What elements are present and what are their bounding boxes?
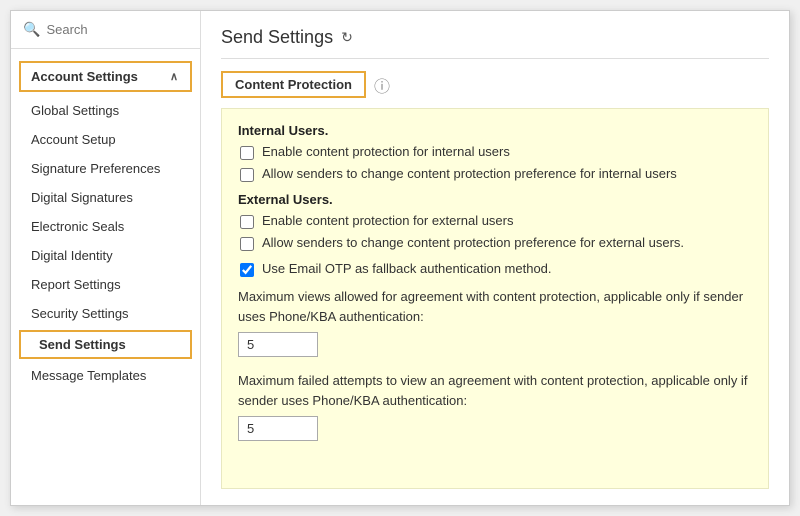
sidebar-item-electronic-seals[interactable]: Electronic Seals	[11, 212, 200, 241]
sidebar: 🔍 Account Settings ∧ Global Settings Acc…	[11, 11, 201, 505]
sidebar-item-send-settings[interactable]: Send Settings	[19, 330, 192, 359]
external-enable-row: Enable content protection for external u…	[238, 213, 752, 229]
internal-enable-label: Enable content protection for internal u…	[262, 144, 510, 159]
external-allow-label: Allow senders to change content protecti…	[262, 235, 684, 250]
account-settings-label: Account Settings	[31, 69, 138, 84]
sidebar-section-account-settings: Account Settings ∧ Global Settings Accou…	[11, 49, 200, 394]
refresh-icon[interactable]: ↻	[341, 29, 353, 46]
help-icon[interactable]: ⓘ	[374, 73, 390, 97]
internal-allow-row: Allow senders to change content protecti…	[238, 166, 752, 182]
chevron-icon: ∧	[170, 70, 178, 83]
external-allow-checkbox[interactable]	[240, 237, 254, 251]
sidebar-item-message-templates[interactable]: Message Templates	[11, 361, 200, 390]
max-views-input[interactable]	[238, 332, 318, 357]
page-title: Send Settings	[221, 27, 333, 48]
internal-enable-row: Enable content protection for internal u…	[238, 144, 752, 160]
internal-enable-checkbox[interactable]	[240, 146, 254, 160]
internal-allow-checkbox[interactable]	[240, 168, 254, 182]
search-icon: 🔍	[23, 21, 40, 38]
max-failed-input[interactable]	[238, 416, 318, 441]
account-settings-header[interactable]: Account Settings ∧	[19, 61, 192, 92]
sidebar-item-report-settings[interactable]: Report Settings	[11, 270, 200, 299]
sidebar-item-account-setup[interactable]: Account Setup	[11, 125, 200, 154]
otp-fallback-label: Use Email OTP as fallback authentication…	[262, 261, 552, 276]
external-allow-row: Allow senders to change content protecti…	[238, 235, 752, 251]
external-users-label: External Users.	[238, 192, 752, 207]
sidebar-nav-list: Global Settings Account Setup Signature …	[11, 96, 200, 390]
main-content: Send Settings ↻ Content Protection ⓘ Int…	[201, 11, 789, 505]
search-bar[interactable]: 🔍	[11, 11, 200, 49]
sidebar-item-global-settings[interactable]: Global Settings	[11, 96, 200, 125]
internal-users-label: Internal Users.	[238, 123, 752, 138]
section-tab-row: Content Protection ⓘ	[221, 71, 769, 98]
internal-allow-label: Allow senders to change content protecti…	[262, 166, 677, 181]
max-failed-desc: Maximum failed attempts to view an agree…	[238, 371, 752, 410]
otp-fallback-row: Use Email OTP as fallback authentication…	[238, 261, 752, 277]
max-views-desc: Maximum views allowed for agreement with…	[238, 287, 752, 326]
page-title-row: Send Settings ↻	[221, 27, 769, 59]
external-enable-label: Enable content protection for external u…	[262, 213, 513, 228]
search-input[interactable]	[46, 22, 188, 37]
content-protection-tab[interactable]: Content Protection	[221, 71, 366, 98]
sidebar-item-digital-identity[interactable]: Digital Identity	[11, 241, 200, 270]
otp-fallback-checkbox[interactable]	[240, 263, 254, 277]
sidebar-item-security-settings[interactable]: Security Settings	[11, 299, 200, 328]
sidebar-item-digital-signatures[interactable]: Digital Signatures	[11, 183, 200, 212]
sidebar-item-signature-preferences[interactable]: Signature Preferences	[11, 154, 200, 183]
content-protection-area: Internal Users. Enable content protectio…	[221, 108, 769, 489]
app-window: 🔍 Account Settings ∧ Global Settings Acc…	[10, 10, 790, 506]
external-enable-checkbox[interactable]	[240, 215, 254, 229]
